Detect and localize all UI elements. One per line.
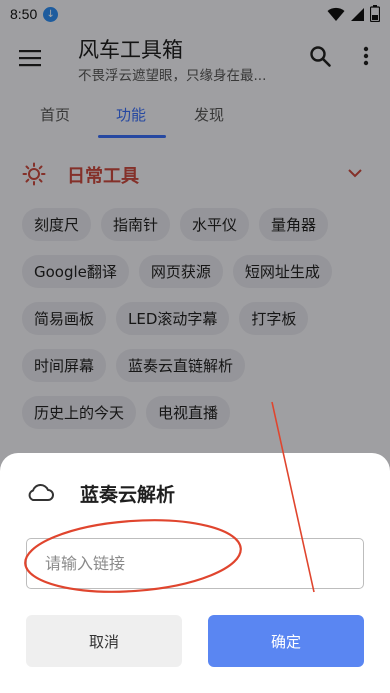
confirm-button[interactable]: 确定 bbox=[208, 615, 364, 667]
cancel-button[interactable]: 取消 bbox=[26, 615, 182, 667]
cloud-icon bbox=[28, 484, 54, 501]
link-input[interactable] bbox=[26, 538, 364, 589]
dialog-title: 蓝奏云解析 bbox=[80, 484, 176, 506]
lanzou-dialog: 蓝奏云解析 取消 确定 bbox=[0, 453, 390, 693]
